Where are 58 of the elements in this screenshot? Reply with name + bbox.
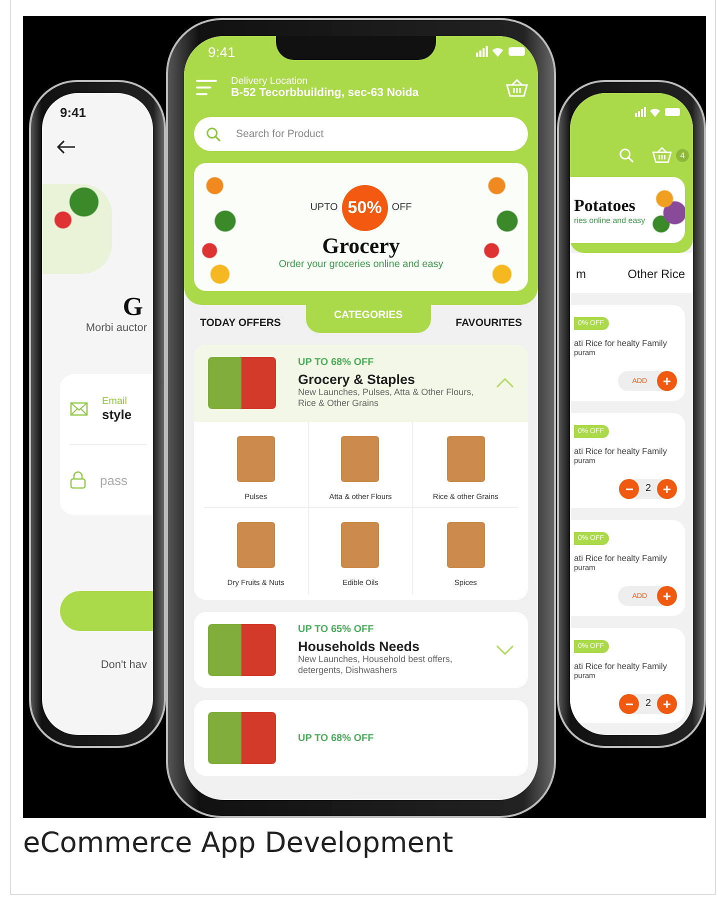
menu-icon[interactable] — [196, 79, 217, 96]
chevron-down-icon[interactable] — [496, 644, 514, 655]
offer-text: UP TO 65% OFF — [298, 624, 375, 634]
delivery-label: Delivery Location — [231, 76, 309, 87]
basket-icon[interactable] — [506, 78, 528, 96]
lock-icon — [70, 471, 86, 489]
category-card[interactable]: UP TO 65% OFF Households Needs New Launches, Household best offers, detergents, Dishwashers — [194, 612, 528, 688]
product-photo — [236, 522, 275, 568]
product-name: ati Rice for healty Family — [574, 446, 668, 456]
category-description: New Launches, Pulses, Atta & Other Flours, Rice & Other Grains — [298, 387, 474, 410]
screen-title: G — [122, 292, 143, 322]
product-photo — [208, 357, 276, 410]
screen-subtitle: Morbi auctor — [86, 322, 147, 334]
category-tab[interactable]: m — [576, 267, 586, 281]
discount-badge: 50% — [342, 184, 388, 230]
image-caption: eCommerce App Development — [23, 826, 454, 859]
status-time: 9:41 — [60, 105, 88, 120]
status-icons — [476, 46, 526, 57]
promo-prefix: UPTO — [310, 202, 338, 213]
quantity-stepper[interactable]: − 2 + — [619, 478, 677, 498]
banner-subtitle: ries online and easy — [574, 216, 646, 224]
banner-title: Potatoes — [574, 196, 636, 216]
product-name: ati Rice for healty Family — [574, 338, 668, 348]
product-photo — [446, 436, 485, 482]
tab[interactable]: TODAY OFFERS — [194, 305, 287, 329]
basket-icon[interactable] — [652, 147, 672, 163]
product-photo — [341, 522, 380, 568]
banner-title: Grocery — [322, 232, 400, 258]
search-field[interactable]: Search for Product — [194, 117, 528, 151]
category-tab[interactable]: Other Rice — [628, 267, 685, 281]
product-photo — [208, 712, 276, 764]
banner-subtitle: Order your groceries online and easy — [278, 258, 444, 270]
tab[interactable]: FAVOURITES — [450, 305, 528, 329]
product-photo — [446, 522, 485, 568]
quantity-stepper[interactable]: − 2 + — [619, 694, 677, 714]
status-icons — [635, 107, 681, 117]
signup-text: Don't hav — [100, 659, 147, 671]
category-title: Grocery & Staples — [298, 372, 416, 387]
chevron-up-icon[interactable] — [496, 378, 514, 388]
promo-suffix: OFF — [392, 202, 412, 213]
search-icon[interactable] — [619, 148, 634, 162]
product-name: ati Rice for healty Family — [574, 660, 668, 670]
back-arrow-icon — [56, 140, 76, 154]
email-field[interactable]: Email style — [102, 396, 132, 422]
product-name: ati Rice for healty Family — [574, 553, 668, 563]
product-photo — [236, 436, 275, 482]
cart-count-badge: 4 — [676, 148, 689, 162]
product-photo — [341, 436, 380, 482]
mail-icon — [70, 402, 88, 416]
search-icon — [206, 127, 221, 142]
status-time: 9:41 — [208, 44, 236, 60]
submit-button[interactable] — [60, 591, 153, 631]
category-description: New Launches, Household best offers, detergents, Dishwashers — [298, 654, 454, 676]
category-title: Households Needs — [298, 638, 421, 654]
product-photo — [208, 624, 276, 676]
offer-text: UP TO 68% OFF — [298, 732, 375, 744]
offer-text: UP TO 68% OFF — [298, 357, 375, 368]
password-field[interactable]: pass — [100, 472, 140, 488]
